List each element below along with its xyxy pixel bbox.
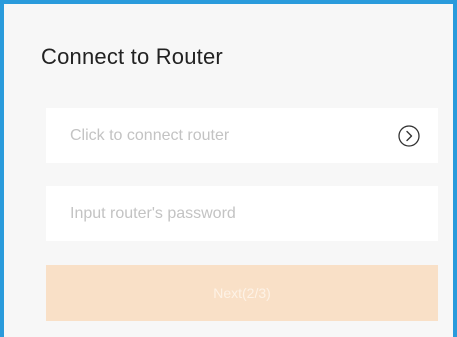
router-password-field[interactable] — [46, 186, 438, 241]
next-button[interactable]: Next(2/3) — [46, 265, 438, 321]
connect-router-panel: Connect to Router Click to connect route… — [0, 0, 457, 337]
connect-router-placeholder: Click to connect router — [70, 126, 230, 144]
chevron-right-circle-icon[interactable] — [398, 124, 420, 147]
connect-router-field[interactable]: Click to connect router — [46, 108, 438, 163]
next-button-label: Next(2/3) — [213, 285, 271, 301]
router-password-input[interactable] — [46, 186, 438, 241]
page-title: Connect to Router — [41, 44, 223, 69]
